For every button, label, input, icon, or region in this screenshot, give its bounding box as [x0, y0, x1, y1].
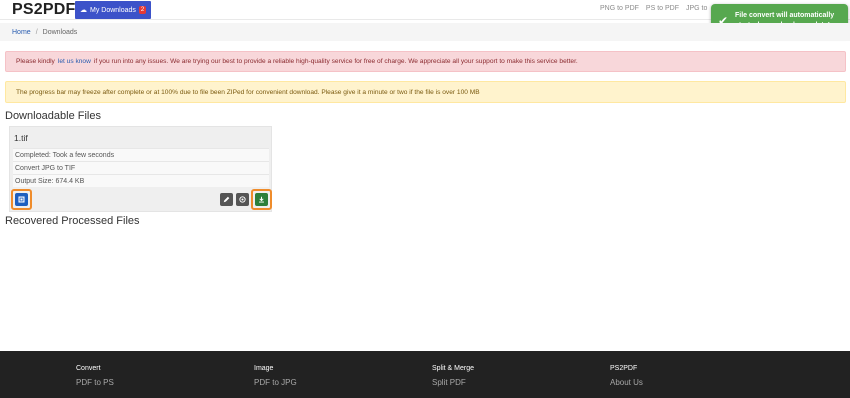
footer-heading: PS2PDF [610, 365, 638, 372]
file-conversion-row: Convert JPG to TIF [13, 161, 269, 174]
footer-link-pdf-to-jpg[interactable]: PDF to JPG [254, 378, 297, 387]
file-card: 1.tif Completed: Took a few seconds Conv… [9, 126, 272, 212]
view-button[interactable] [236, 193, 249, 206]
view-icon [239, 196, 246, 203]
file-name: 1.tif [14, 133, 28, 143]
nav-link-ps-to-pdf[interactable]: PS to PDF [646, 5, 679, 12]
delete-icon [18, 196, 25, 203]
edit-button[interactable] [220, 193, 233, 206]
downloadable-files-heading: Downloadable Files [5, 110, 101, 122]
breadcrumb-separator: / [35, 28, 38, 36]
breadcrumb-current: Downloads [42, 28, 78, 36]
breadcrumb: Home / Downloads [0, 23, 850, 41]
delete-button[interactable] [15, 193, 28, 206]
footer-link-split-pdf[interactable]: Split PDF [432, 378, 474, 387]
recovered-files-heading: Recovered Processed Files [5, 215, 140, 227]
breadcrumb-home-link[interactable]: Home [12, 29, 31, 36]
footer-heading: Split & Merge [432, 365, 475, 372]
toast-line-1: File convert will automatically [735, 11, 835, 19]
support-alert: Please kindly let us know if you run int… [5, 51, 846, 72]
my-downloads-label: My Downloads [90, 6, 136, 14]
brand-logo[interactable]: PS2PDF [12, 1, 75, 19]
my-downloads-button[interactable]: ☁ My Downloads 2 [75, 1, 152, 19]
footer-link-about-us[interactable]: About Us [610, 378, 643, 387]
let-us-know-link[interactable]: let us know [58, 58, 91, 65]
footer-column-split-merge: Split & Merge Split PDF [432, 365, 474, 387]
footer-column-image: Image PDF to JPG [254, 365, 297, 387]
support-alert-text-after: if you run into any issues. We are tryin… [93, 58, 578, 65]
cloud-download-icon: ☁ [80, 7, 87, 14]
downloads-count-badge: 2 [138, 6, 147, 14]
nav-link-jpg-to[interactable]: JPG to [686, 5, 707, 12]
footer-column-ps2pdf: PS2PDF About Us [610, 365, 643, 387]
footer: Convert PDF to PS Image PDF to JPG Split… [0, 351, 850, 398]
progress-warning-text: The progress bar may freeze after comple… [16, 88, 480, 96]
footer-heading: Image [254, 365, 274, 372]
footer-column-convert: Convert PDF to PS [76, 365, 114, 387]
download-icon [259, 196, 264, 203]
progress-warning-alert: The progress bar may freeze after comple… [5, 81, 846, 103]
nav-link-png-to-pdf[interactable]: PNG to PDF [600, 5, 639, 12]
file-completed-row: Completed: Took a few seconds [13, 148, 269, 161]
nav-links: PNG to PDF PS to PDF JPG to [600, 5, 707, 12]
file-output-size-row: Output Size: 674.4 KB [13, 174, 269, 187]
footer-heading: Convert [76, 365, 101, 372]
support-alert-text-before: Please kindly [16, 58, 55, 65]
footer-link-pdf-to-ps[interactable]: PDF to PS [76, 378, 114, 387]
edit-icon [223, 196, 230, 203]
download-button[interactable] [255, 193, 268, 206]
